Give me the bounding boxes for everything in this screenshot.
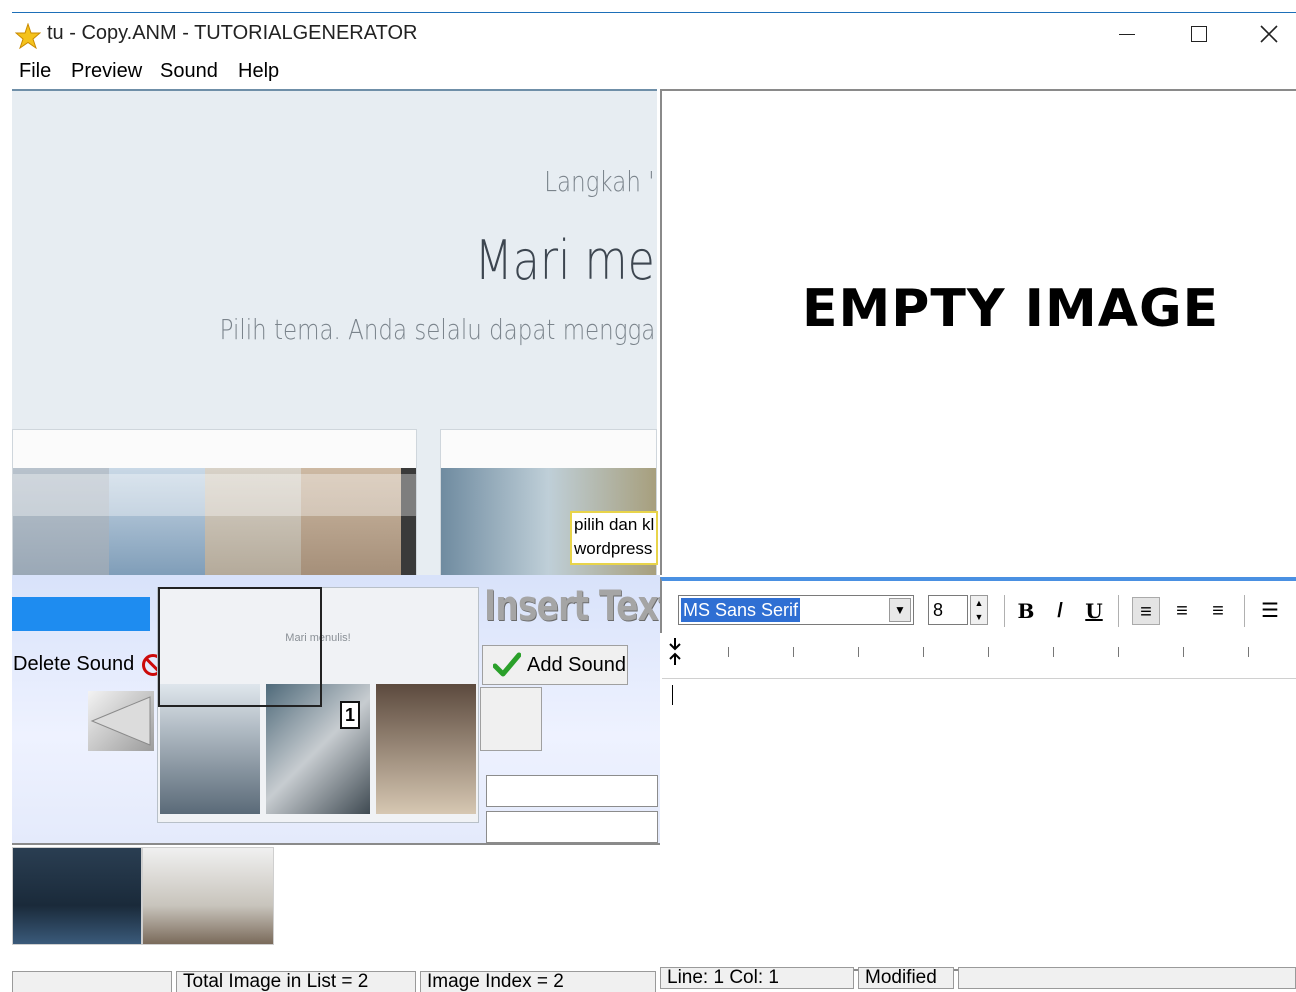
menu-preview[interactable]: Preview: [71, 60, 142, 83]
close-button[interactable]: [1234, 13, 1296, 55]
checkmark-icon: [493, 652, 521, 677]
preview-heading: Mari me: [474, 229, 655, 292]
empty-image-label: EMPTY IMAGE: [802, 279, 1220, 339]
separator: [1004, 595, 1005, 627]
status-modified: Modified: [858, 967, 954, 989]
text-field-1[interactable]: [486, 775, 658, 807]
image-pane[interactable]: EMPTY IMAGE: [660, 89, 1296, 575]
minimize-button[interactable]: [1092, 13, 1162, 55]
align-right-button[interactable]: ≡: [1204, 597, 1232, 625]
status-cell-extra: [958, 967, 1296, 989]
minimize-icon: [1119, 33, 1135, 35]
text-caret: [672, 685, 673, 705]
ruler[interactable]: [662, 633, 1296, 679]
annotation-box[interactable]: pilih dan kl wordpress: [570, 511, 658, 565]
font-select[interactable]: MS Sans Serif ▼: [678, 595, 914, 625]
text-field-2[interactable]: [486, 811, 658, 843]
maximize-button[interactable]: [1164, 13, 1234, 55]
separator: [1118, 595, 1119, 627]
selected-sound-bar[interactable]: [12, 597, 150, 631]
sound-slot[interactable]: [480, 687, 542, 751]
separator: [1244, 595, 1245, 627]
italic-button[interactable]: /: [1046, 597, 1074, 625]
bold-button[interactable]: B: [1012, 597, 1040, 625]
format-toolbar: MS Sans Serif ▼ 8 ▲ ▼ B / U ≡ ≡ ≡ ☰: [660, 577, 1296, 633]
bullet-list-button[interactable]: ☰: [1256, 597, 1284, 625]
sound-panel: Delete Sound Mari menulis! 1 Insert Text…: [12, 575, 674, 843]
list-thumbnail[interactable]: [12, 847, 142, 945]
preview-pane[interactable]: Langkah ' Mari me Pilih tema. Anda selal…: [12, 89, 657, 575]
font-size-field[interactable]: 8: [928, 595, 968, 625]
window-title: tu - Copy.ANM - TUTORIALGENERATOR: [47, 22, 418, 44]
previous-arrow-button[interactable]: [88, 691, 154, 751]
maximize-icon: [1191, 26, 1207, 42]
annotation-line: pilih dan kl: [574, 515, 655, 534]
menu-sound[interactable]: Sound: [160, 60, 218, 83]
underline-button[interactable]: U: [1080, 597, 1108, 625]
status-line-col: Line: 1 Col: 1: [660, 967, 854, 989]
status-image-index: Image Index = 2: [420, 971, 656, 992]
close-icon: [1260, 25, 1278, 43]
title-bar: tu - Copy.ANM - TUTORIALGENERATOR: [12, 13, 1296, 55]
card-header: [13, 430, 416, 468]
preview-step-text: Langkah ': [544, 165, 655, 198]
preview-subtext: Pilih tema. Anda selalu dapat mengga: [219, 313, 655, 346]
delete-sound-button[interactable]: Delete Sound: [13, 653, 165, 676]
chevron-down-icon[interactable]: ▼: [889, 598, 911, 622]
theme-card-left: [12, 429, 417, 575]
app-window: tu - Copy.ANM - TUTORIALGENERATOR File P…: [12, 12, 1296, 992]
font-name: MS Sans Serif: [681, 598, 801, 622]
menu-file[interactable]: File: [19, 60, 51, 83]
status-total-images: Total Image in List = 2: [176, 971, 416, 992]
card-header: [441, 430, 656, 468]
list-thumbnail[interactable]: [142, 847, 274, 945]
add-sound-button[interactable]: Add Sound: [482, 645, 628, 685]
indent-marker-icon[interactable]: [668, 637, 682, 667]
annotation-line: wordpress: [574, 539, 653, 558]
add-sound-label: Add Sound: [527, 653, 626, 676]
delete-sound-label: Delete Sound: [13, 653, 135, 675]
selection-rectangle[interactable]: [158, 587, 322, 707]
align-center-button[interactable]: ≡: [1168, 597, 1196, 625]
align-left-button[interactable]: ≡: [1132, 597, 1160, 625]
image-list: [12, 843, 660, 975]
menu-help[interactable]: Help: [238, 60, 279, 83]
status-cell-empty: [12, 971, 172, 992]
selection-badge: 1: [340, 701, 360, 729]
arrow-left-icon: [90, 696, 151, 746]
font-size-spinner[interactable]: ▲ ▼: [970, 595, 988, 625]
card-image: [13, 468, 416, 575]
text-editor[interactable]: [662, 679, 1296, 971]
insert-text-button[interactable]: Insert Text: [484, 581, 674, 630]
star-icon: [15, 23, 41, 49]
menu-bar: File Preview Sound Help: [12, 55, 1296, 89]
